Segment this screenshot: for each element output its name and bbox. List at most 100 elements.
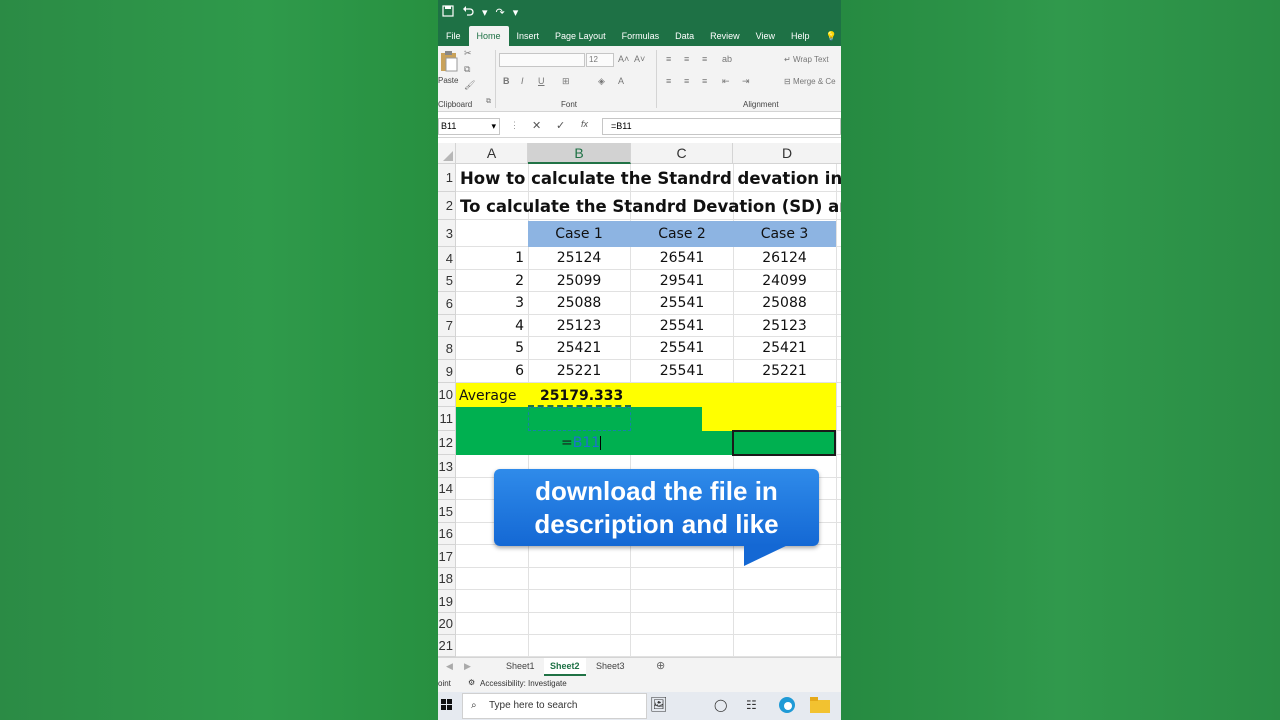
value-cell[interactable]: 25221: [733, 360, 836, 383]
row-header[interactable]: 8: [438, 337, 456, 360]
dialog-launcher-icon[interactable]: ⧉: [486, 98, 491, 106]
increase-indent-icon[interactable]: ⇥: [742, 76, 750, 87]
value-cell[interactable]: 25099: [528, 270, 630, 293]
value-cell[interactable]: 25088: [733, 292, 836, 315]
sheet-title-row1[interactable]: How to calculate the Standrd devation in…: [460, 167, 841, 191]
increase-font-icon[interactable]: A˄: [618, 54, 629, 64]
decrease-indent-icon[interactable]: ⇤: [722, 76, 730, 87]
tab-formulas[interactable]: Formulas: [614, 26, 668, 46]
orientation-icon[interactable]: ab: [722, 54, 732, 64]
lightbulb-icon[interactable]: 💡: [818, 26, 841, 46]
index-cell[interactable]: 6: [456, 360, 528, 383]
sheet-tab-sheet1[interactable]: Sheet1: [500, 658, 541, 676]
tab-page-layout[interactable]: Page Layout: [547, 26, 614, 46]
value-cell[interactable]: 25124: [528, 247, 630, 270]
borders-icon[interactable]: ⊞: [562, 76, 570, 87]
align-middle-icon[interactable]: ≡: [684, 54, 689, 64]
chevron-down-icon[interactable]: ▾: [482, 6, 488, 19]
row-header[interactable]: 21: [438, 635, 456, 657]
align-right-icon[interactable]: ≡: [702, 76, 707, 86]
font-color-icon[interactable]: A: [618, 76, 624, 86]
undo-icon[interactable]: [462, 5, 474, 20]
align-center-icon[interactable]: ≡: [684, 76, 689, 86]
value-cell[interactable]: 25123: [528, 315, 630, 338]
tab-view[interactable]: View: [748, 26, 783, 46]
value-cell[interactable]: 25221: [528, 360, 630, 383]
row-header[interactable]: 4: [438, 247, 456, 270]
merge-button[interactable]: ⊟ Merge & Ce: [784, 77, 836, 86]
value-cell[interactable]: 25123: [733, 315, 836, 338]
row-header[interactable]: 15: [438, 500, 456, 523]
row-header[interactable]: 9: [438, 360, 456, 383]
cut-icon[interactable]: ✂: [464, 48, 472, 59]
underline-button[interactable]: U: [538, 76, 545, 86]
value-cell[interactable]: 24099: [733, 270, 836, 293]
cancel-icon[interactable]: ✕: [532, 119, 541, 132]
column-header-c[interactable]: C: [631, 143, 733, 164]
row-header[interactable]: 2: [438, 192, 456, 220]
row-header[interactable]: 13: [438, 455, 456, 478]
row-header[interactable]: 18: [438, 568, 456, 590]
sheet-title-row2[interactable]: To calculate the Standrd Devation (SD) a…: [460, 195, 841, 219]
sheet-tab-sheet2[interactable]: Sheet2: [544, 658, 586, 676]
align-top-icon[interactable]: ≡: [666, 54, 671, 64]
row-header[interactable]: 16: [438, 523, 456, 545]
fill-color-icon[interactable]: ◈: [598, 76, 605, 87]
add-sheet-icon[interactable]: ⊕: [656, 659, 665, 672]
row-header[interactable]: 12: [438, 431, 456, 455]
bold-button[interactable]: B: [503, 76, 510, 86]
select-all-corner[interactable]: [438, 143, 456, 164]
enter-icon[interactable]: ✓: [556, 119, 565, 132]
row-header[interactable]: 10: [438, 383, 456, 407]
index-cell[interactable]: 3: [456, 292, 528, 315]
tab-data[interactable]: Data: [667, 26, 702, 46]
value-cell[interactable]: 25421: [733, 337, 836, 360]
row-header[interactable]: 5: [438, 270, 456, 292]
value-cell[interactable]: 25541: [631, 337, 733, 360]
formula-input[interactable]: =B11: [602, 118, 841, 135]
value-cell[interactable]: 25088: [528, 292, 630, 315]
format-painter-icon[interactable]: 🖌: [464, 80, 475, 91]
align-bottom-icon[interactable]: ≡: [702, 54, 707, 64]
value-cell[interactable]: 29541: [631, 270, 733, 293]
tab-home[interactable]: Home: [468, 26, 509, 46]
save-icon[interactable]: [442, 4, 454, 20]
index-cell[interactable]: 1: [456, 247, 528, 270]
column-header-b[interactable]: B: [528, 143, 631, 164]
row-header[interactable]: 11: [438, 407, 456, 431]
index-cell[interactable]: 4: [456, 315, 528, 338]
header-case-1[interactable]: Case 1: [528, 221, 630, 247]
sheet-tab-sheet3[interactable]: Sheet3: [590, 658, 631, 676]
decrease-font-icon[interactable]: A˅: [634, 54, 645, 64]
widget-icon[interactable]: 🖼: [650, 696, 668, 713]
index-cell[interactable]: 5: [456, 337, 528, 360]
value-cell[interactable]: 25421: [528, 337, 630, 360]
average-label[interactable]: Average: [459, 384, 528, 408]
worksheet-grid[interactable]: A B C D 1 2 3 4 5 6 7 8 9 10 11 12 13 14 15 16 17 18 19 20 2…: [438, 143, 841, 657]
row-header[interactable]: 3: [438, 220, 456, 247]
insert-function-icon[interactable]: fx: [581, 119, 588, 129]
redo-icon[interactable]: ↷: [496, 6, 505, 19]
header-case-3[interactable]: Case 3: [733, 221, 836, 247]
header-case-2[interactable]: Case 2: [631, 221, 733, 247]
tab-file[interactable]: File: [438, 26, 469, 46]
column-header-a[interactable]: A: [456, 143, 528, 164]
tab-insert[interactable]: Insert: [509, 26, 548, 46]
row-header[interactable]: 6: [438, 292, 456, 315]
value-cell[interactable]: 26124: [733, 247, 836, 270]
row-header[interactable]: 20: [438, 613, 456, 635]
index-cell[interactable]: 2: [456, 270, 528, 293]
paste-button[interactable]: Paste: [438, 48, 460, 92]
accessibility-status[interactable]: Accessibility: Investigate: [480, 679, 567, 688]
prev-sheet-icon[interactable]: ◀: [446, 661, 453, 672]
wrap-text-button[interactable]: ↵ Wrap Text: [784, 55, 829, 64]
copy-icon[interactable]: ⧉: [464, 64, 470, 75]
windows-start-icon[interactable]: [441, 699, 453, 714]
value-cell[interactable]: 25541: [631, 315, 733, 338]
font-name-select[interactable]: [499, 53, 585, 67]
edge-icon[interactable]: [778, 696, 796, 717]
tab-review[interactable]: Review: [702, 26, 748, 46]
next-sheet-icon[interactable]: ▶: [464, 661, 471, 672]
row-header[interactable]: 19: [438, 590, 456, 613]
name-box[interactable]: B11 ▾: [438, 118, 500, 135]
